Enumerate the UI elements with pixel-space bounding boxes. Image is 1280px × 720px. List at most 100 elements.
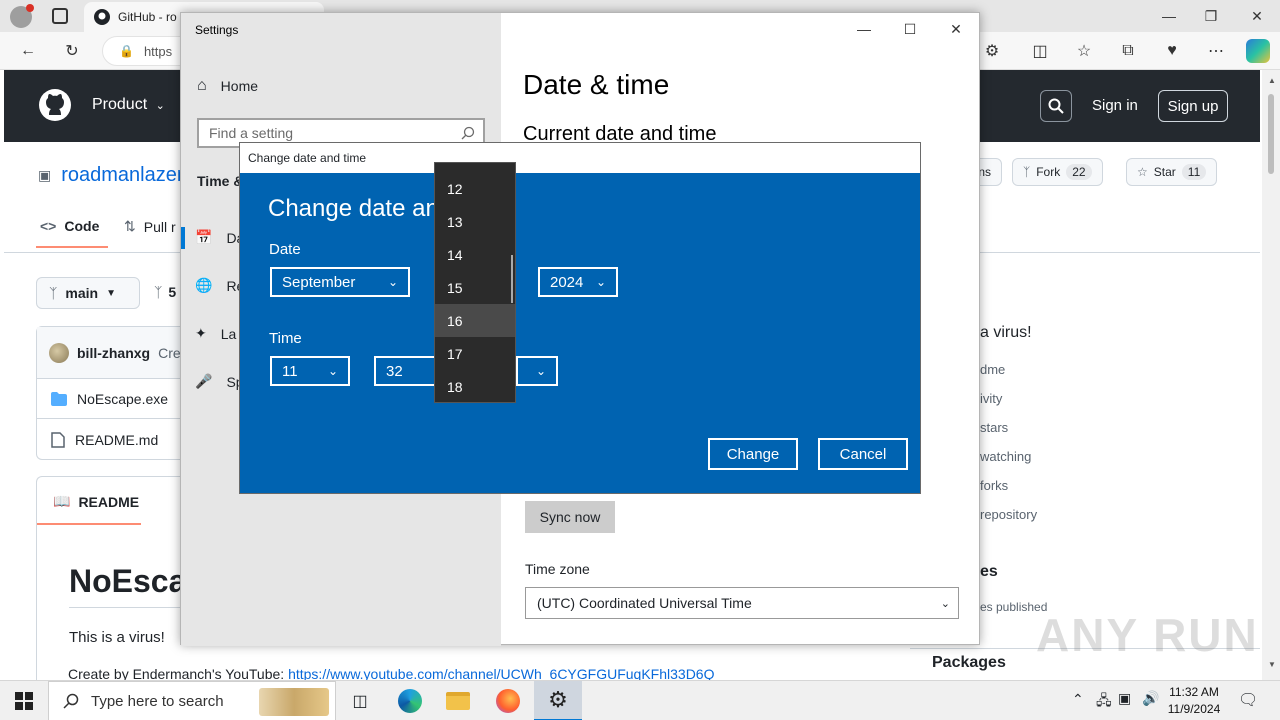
year-select[interactable]: 2024 ⌄ <box>538 267 618 297</box>
nav-item-date-time[interactable]: 📅 Da <box>195 229 244 246</box>
hour-select[interactable]: 11 ⌄ <box>270 356 350 386</box>
about-item-forks[interactable]: forks <box>980 478 1037 507</box>
about-item-readme[interactable]: dme <box>980 362 1037 391</box>
browser-minimize-icon[interactable]: — <box>1146 0 1192 32</box>
page-scrollbar[interactable]: ▲ ▼ <box>1262 70 1280 680</box>
month-value: September <box>282 273 356 291</box>
releases-heading[interactable]: es <box>980 563 998 581</box>
commit-author[interactable]: bill-zhanxg <box>77 345 150 361</box>
taskbar-file-explorer[interactable] <box>434 681 482 720</box>
search-icon <box>1048 98 1064 114</box>
chevron-down-icon: ⌄ <box>387 275 398 289</box>
sign-in-link[interactable]: Sign in <box>1092 97 1138 114</box>
nav-item-speech[interactable]: 🎤 Sp <box>195 373 244 390</box>
profile-icon[interactable] <box>10 4 34 28</box>
extensions-icon[interactable]: ⚙ <box>978 38 1006 64</box>
day-option[interactable]: 18 <box>435 370 515 402</box>
nav-item-language[interactable]: ✦ La <box>195 325 236 342</box>
repo-icon: ▣ <box>38 167 52 183</box>
tray-chevron-up-icon[interactable]: ⌃ <box>1072 691 1084 708</box>
minute-select[interactable]: 32 <box>374 356 436 386</box>
about-item-activity[interactable]: ivity <box>980 391 1037 420</box>
settings-maximize-icon[interactable]: ☐ <box>887 17 933 41</box>
taskbar-clock[interactable]: 11:32 AM 11/9/2024 <box>1162 684 1226 718</box>
time-zone-select[interactable]: (UTC) Coordinated Universal Time ⌄ <box>525 587 959 619</box>
fork-button[interactable]: ᛉ Fork 22 <box>1012 158 1103 186</box>
branch-count: 5 <box>168 284 177 300</box>
tab-pull-label: Pull r <box>143 218 176 235</box>
branches-link[interactable]: ᛉ 5 <box>154 284 176 300</box>
day-option[interactable]: 17 <box>435 337 515 370</box>
product-menu[interactable]: Product ⌄ <box>92 96 165 114</box>
file-name[interactable]: NoEscape.exe <box>77 391 168 407</box>
file-row[interactable]: NoEscape.exe <box>37 379 187 419</box>
star-button[interactable]: ☆ Star 11 <box>1126 158 1218 186</box>
packages-heading[interactable]: Packages <box>932 654 1006 672</box>
browser-restore-icon[interactable]: ❐ <box>1188 0 1234 32</box>
volume-icon[interactable]: 🔊 <box>1142 690 1159 707</box>
ampm-select[interactable]: ⌄ <box>516 356 558 386</box>
split-screen-icon[interactable]: ◫ <box>1026 38 1054 64</box>
sync-now-button[interactable]: Sync now <box>525 501 615 533</box>
caret-down-icon: ▼ <box>106 287 116 299</box>
avatar[interactable] <box>49 342 69 363</box>
task-view-icon: ◫ <box>352 693 368 710</box>
back-icon[interactable]: ← <box>14 38 42 64</box>
more-menu-icon[interactable]: ⋯ <box>1202 38 1230 64</box>
month-select[interactable]: September ⌄ <box>270 267 410 297</box>
day-option[interactable]: 12 <box>435 172 515 205</box>
commit-message[interactable]: Cre <box>158 345 181 361</box>
collections-icon[interactable]: ⧉ <box>1114 38 1142 64</box>
anyrun-watermark: ANY RUN <box>1036 609 1259 661</box>
about-item-stars[interactable]: stars <box>980 420 1037 449</box>
readme-text: This is a virus! <box>69 629 165 646</box>
branch-icon: ᛉ <box>154 284 163 300</box>
sign-up-button[interactable]: Sign up <box>1158 90 1228 122</box>
copilot-icon[interactable] <box>1246 39 1270 63</box>
start-button[interactable] <box>0 681 48 720</box>
branch-selector[interactable]: ᛉ main ▼ <box>36 277 140 309</box>
settings-close-icon[interactable]: ✕ <box>933 17 979 41</box>
tab-code[interactable]: <> Code <box>40 218 99 234</box>
browser-close-icon[interactable]: ✕ <box>1234 0 1280 32</box>
change-button[interactable]: Change <box>708 438 798 470</box>
nav-item-region[interactable]: 🌐 Re <box>195 277 244 294</box>
file-row[interactable]: README.md <box>37 420 187 460</box>
readme-tab[interactable]: 📖 README <box>53 493 139 510</box>
clock-date: 11/9/2024 <box>1167 702 1221 716</box>
settings-minimize-icon[interactable]: — <box>841 17 887 41</box>
hour-value: 11 <box>282 362 298 380</box>
taskbar-settings[interactable]: ⚙ <box>534 681 582 720</box>
home-label: Home <box>220 78 259 94</box>
dropdown-scrollbar[interactable] <box>511 255 513 303</box>
tab-code-label: Code <box>64 218 100 234</box>
github-logo-icon[interactable] <box>38 88 72 122</box>
taskbar-search[interactable]: Type here to search <box>48 681 336 720</box>
notification-icon[interactable]: 🗨 <box>1238 690 1258 710</box>
tab-actions-icon[interactable] <box>52 8 68 24</box>
day-option-selected[interactable]: 16 <box>435 304 515 337</box>
settings-home[interactable]: ⌂ Home <box>197 77 258 95</box>
day-option[interactable]: 13 <box>435 205 515 238</box>
repo-name-link[interactable]: roadmanlazen <box>61 164 188 187</box>
about-item-watching[interactable]: watching <box>980 449 1037 478</box>
day-dropdown-list[interactable]: 12 13 14 15 16 17 18 <box>434 162 516 403</box>
file-name[interactable]: README.md <box>75 432 158 448</box>
windows-logo-icon <box>15 692 33 710</box>
about-item-report[interactable]: repository <box>980 507 1037 536</box>
about-list: dme ivity stars watching forks repositor… <box>980 362 1037 536</box>
taskbar-firefox[interactable] <box>484 681 532 720</box>
edge-icon <box>398 689 422 713</box>
task-view-button[interactable]: ◫ <box>336 681 384 720</box>
taskbar-edge[interactable] <box>386 681 434 720</box>
browser-essentials-icon[interactable]: ♥ <box>1158 38 1186 64</box>
favorites-icon[interactable]: ☆ <box>1070 38 1098 64</box>
tab-pull-requests[interactable]: ⇅ Pull r <box>124 218 176 235</box>
github-search-button[interactable] <box>1040 90 1072 122</box>
display-icon[interactable]: ▣ <box>1118 690 1131 707</box>
refresh-icon[interactable]: ↻ <box>58 38 86 64</box>
day-option[interactable]: 15 <box>435 271 515 304</box>
cancel-button[interactable]: Cancel <box>818 438 908 470</box>
network-icon[interactable]: 🖧 <box>1096 690 1112 714</box>
day-option[interactable]: 14 <box>435 238 515 271</box>
